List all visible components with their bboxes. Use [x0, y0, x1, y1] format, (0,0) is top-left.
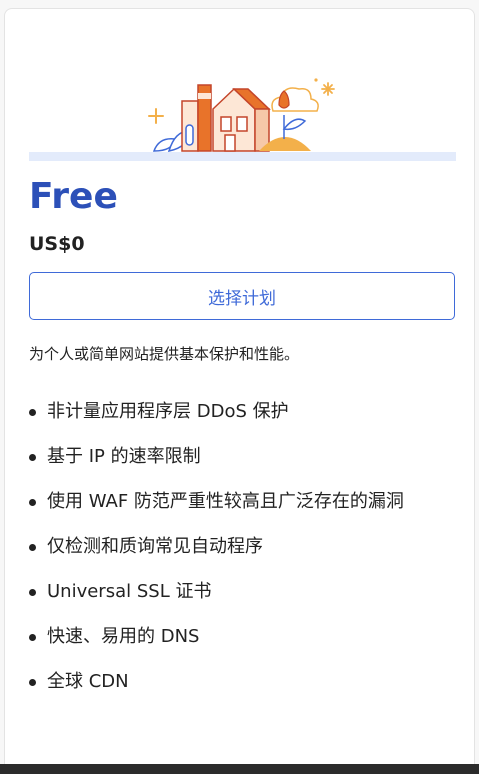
plan-card: Free US$0 选择计划 为个人或简单网站提供基本保护和性能。 非计量应用程… — [4, 8, 475, 774]
feature-item: Universal SSL 证书 — [29, 577, 449, 607]
feature-item: 仅检测和质询常见自动程序 — [29, 532, 449, 562]
select-plan-button[interactable]: 选择计划 — [29, 272, 455, 320]
house-illustration-icon — [29, 78, 456, 161]
bottom-bar — [0, 764, 479, 774]
feature-item: 基于 IP 的速率限制 — [29, 442, 449, 472]
feature-item: 非计量应用程序层 DDoS 保护 — [29, 397, 449, 427]
feature-item: 全球 CDN — [29, 667, 449, 697]
plan-description: 为个人或简单网站提供基本保护和性能。 — [29, 345, 300, 363]
page: Free US$0 选择计划 为个人或简单网站提供基本保护和性能。 非计量应用程… — [0, 0, 479, 774]
feature-item: 使用 WAF 防范严重性较高且广泛存在的漏洞 — [29, 487, 449, 517]
plan-price: US$0 — [29, 233, 85, 255]
feature-item: 快速、易用的 DNS — [29, 622, 449, 652]
feature-list: 非计量应用程序层 DDoS 保护 基于 IP 的速率限制 使用 WAF 防范严重… — [29, 397, 449, 712]
plan-title: Free — [29, 176, 118, 217]
